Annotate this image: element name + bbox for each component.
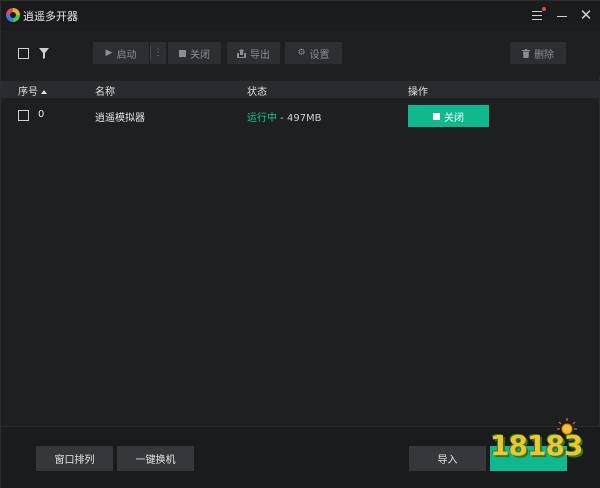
window-title: 逍遥多开器 <box>23 10 78 23</box>
close-window-icon[interactable]: ✕ <box>577 7 595 23</box>
stop-icon <box>179 49 186 57</box>
start-options-button[interactable]: ⋮ <box>150 42 166 64</box>
instance-status: 运行中 - 497MB <box>247 109 322 124</box>
row-close-button[interactable]: 关闭 <box>408 105 489 127</box>
export-icon <box>237 48 246 58</box>
title-bar: 逍遥多开器 ✕ <box>1 1 600 31</box>
row-checkbox[interactable] <box>18 110 29 121</box>
gear-icon: ⚙ <box>297 48 306 58</box>
start-button[interactable]: ▶ 启动 <box>93 42 149 64</box>
column-action-header: 操作 <box>408 87 428 98</box>
row-close-label: 关闭 <box>444 112 464 124</box>
close-selected-button[interactable]: 关闭 <box>168 42 221 64</box>
stop-icon <box>433 112 440 120</box>
bottom-bar: 窗口排列 一键换机 导入 <box>1 426 600 488</box>
row-index: 0 <box>38 109 45 120</box>
delete-button-label: 删除 <box>534 49 554 61</box>
export-button-label: 导出 <box>250 49 270 61</box>
filter-icon[interactable] <box>39 48 49 59</box>
multi-instance-window: 逍遥多开器 ✕ ▶ 启动 ⋮ 关闭 导出 ⚙ 设置 删除 序号 名称 状态 操作… <box>0 0 600 488</box>
toolbar: ▶ 启动 ⋮ 关闭 导出 ⚙ 设置 删除 <box>1 31 600 77</box>
notification-dot-icon <box>542 7 546 11</box>
export-button[interactable]: 导出 <box>227 42 280 64</box>
memory-usage: 497MB <box>286 113 322 124</box>
start-button-label: 启动 <box>116 49 137 61</box>
one-click-swap-button[interactable]: 一键换机 <box>117 446 194 471</box>
column-name-header: 名称 <box>95 87 115 98</box>
play-icon: ▶ <box>105 48 113 58</box>
settings-button[interactable]: ⚙ 设置 <box>285 42 342 64</box>
import-button[interactable]: 导入 <box>409 446 486 471</box>
new-instance-button[interactable] <box>490 446 567 471</box>
arrange-windows-button[interactable]: 窗口排列 <box>36 446 113 471</box>
column-index-header[interactable]: 序号 <box>18 83 47 98</box>
column-status-header: 状态 <box>247 87 267 98</box>
app-logo-icon <box>6 8 20 22</box>
status-running-text: 运行中 <box>247 113 277 124</box>
instance-name: 逍遥模拟器 <box>95 113 145 124</box>
select-all-checkbox[interactable] <box>18 48 29 59</box>
sort-ascending-icon <box>41 90 47 94</box>
table-row[interactable]: 0 逍遥模拟器 运行中 - 497MB 关闭 <box>1 102 600 130</box>
table-header: 序号 名称 状态 操作 <box>1 81 600 98</box>
delete-button[interactable]: 删除 <box>510 42 566 64</box>
settings-button-label: 设置 <box>309 49 330 61</box>
minimize-icon[interactable] <box>553 7 571 23</box>
more-vertical-icon: ⋮ <box>153 48 163 58</box>
status-separator: - <box>277 113 287 124</box>
menu-icon[interactable] <box>529 7 547 23</box>
close-button-label: 关闭 <box>190 49 210 61</box>
column-index-label: 序号 <box>18 87 38 98</box>
trash-icon <box>522 48 530 58</box>
